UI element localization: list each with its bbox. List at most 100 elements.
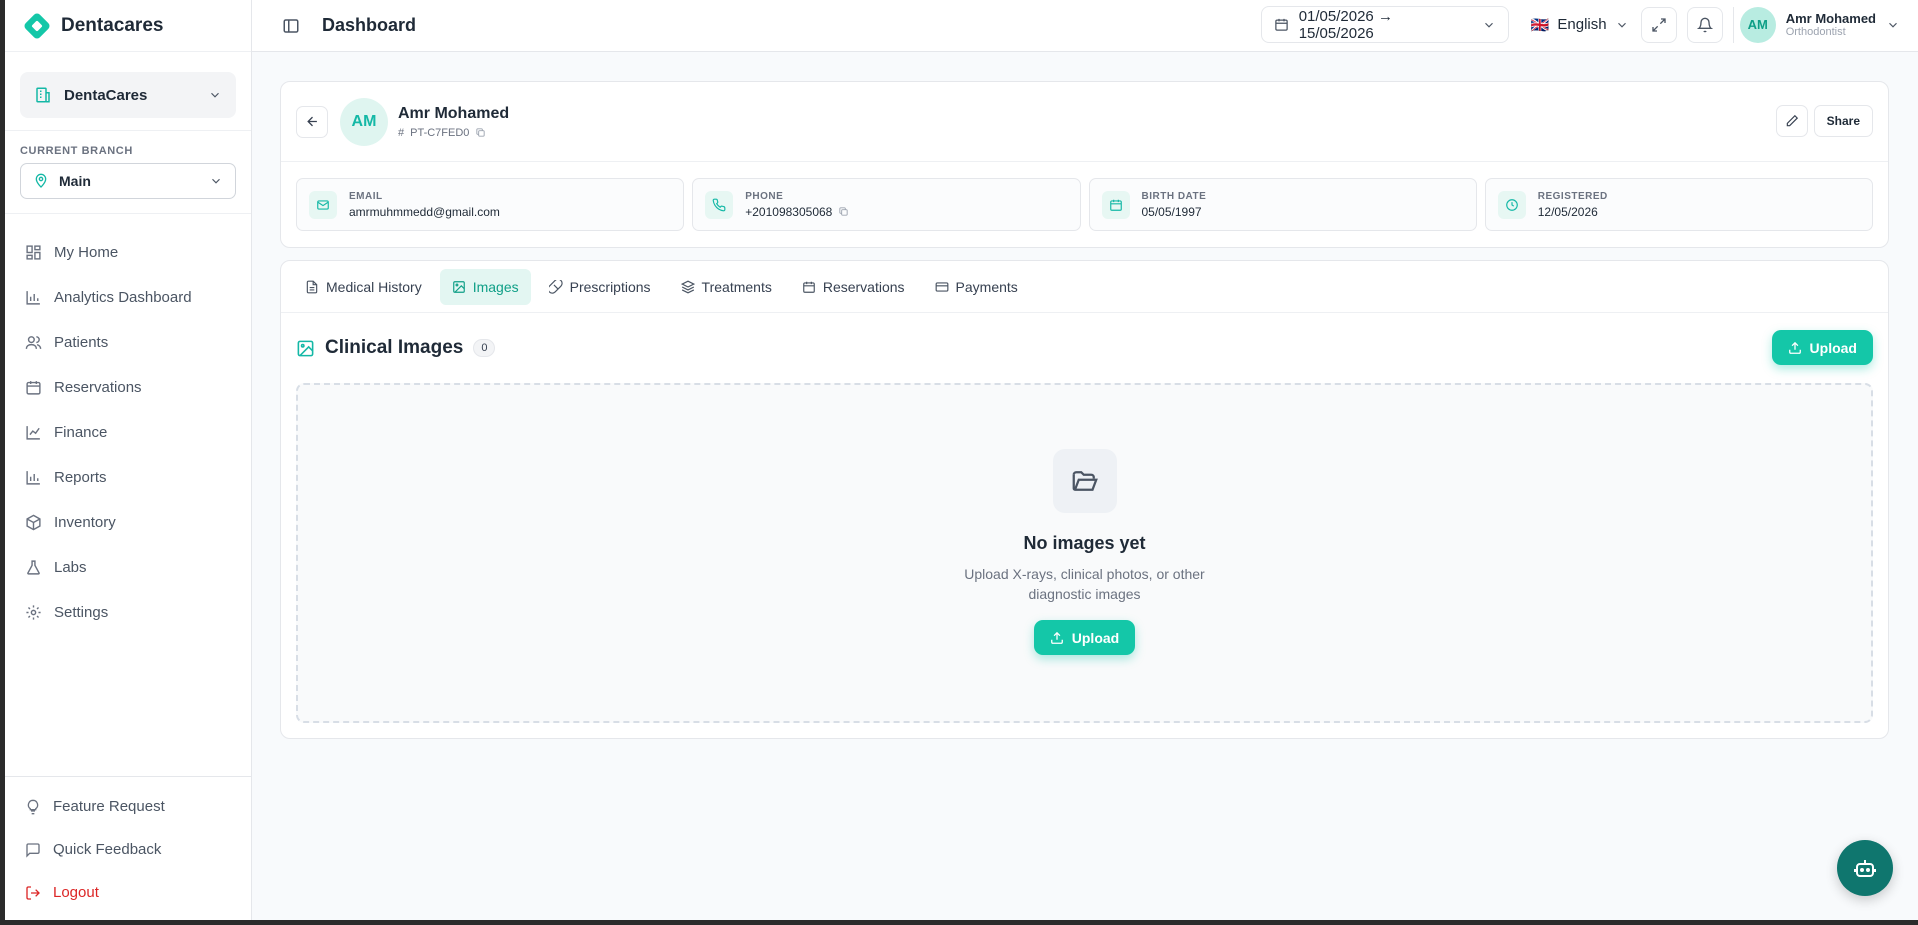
registered-label: REGISTERED: [1537, 190, 1608, 202]
branch-caption: CURRENT BRANCH: [20, 145, 133, 157]
branch-select[interactable]: Main: [20, 163, 236, 199]
tab-label: Images: [472, 278, 519, 295]
registered-value: 12/05/2026: [1537, 204, 1598, 219]
back-button[interactable]: [296, 105, 328, 138]
phone-box: PHONE +201098305068: [692, 178, 1081, 231]
sidebar: Dentacares DentaCares CURRENT BRANCH Mai…: [5, 0, 252, 920]
logout-link[interactable]: Logout: [5, 871, 251, 914]
user-menu[interactable]: AM Amr Mohamed Orthodontist: [1732, 6, 1900, 43]
empty-state-title: No images yet: [1023, 533, 1146, 553]
upload-icon: [1050, 631, 1064, 645]
mail-icon: [309, 190, 337, 219]
chevron-down-icon: [217, 381, 231, 395]
sidebar-item-reservations[interactable]: Reservations: [5, 365, 251, 410]
credit-card-icon: [935, 280, 949, 294]
patient-tabs-card: Medical History Images Prescriptions Tre…: [280, 260, 1889, 739]
folder-open-icon: [1052, 449, 1117, 513]
notifications-button[interactable]: [1686, 6, 1723, 43]
sidebar-item-labs[interactable]: Labs: [5, 545, 251, 590]
arrow-left-icon: [305, 114, 320, 129]
tab-prescriptions[interactable]: Prescriptions: [537, 269, 663, 305]
patient-details: EMAIL amrmuhmmedd@gmail.com PHONE +20109…: [281, 162, 1888, 231]
upload-button-empty[interactable]: Upload: [1033, 620, 1136, 655]
sidebar-item-my-home[interactable]: My Home: [5, 230, 251, 275]
quick-feedback-link[interactable]: Quick Feedback: [5, 828, 251, 871]
language-select[interactable]: 🇬🇧 English: [1519, 6, 1631, 43]
phone-row: +201098305068: [745, 205, 849, 219]
file-text-icon: [305, 280, 319, 294]
tab-treatments[interactable]: Treatments: [669, 269, 784, 305]
image-icon: [296, 339, 315, 358]
patient-actions: Share: [1775, 105, 1873, 137]
patient-name: Amr Mohamed: [398, 104, 510, 122]
fullscreen-button[interactable]: [1640, 6, 1677, 43]
building-icon: [34, 86, 52, 104]
sidebar-toggle-icon[interactable]: [282, 17, 300, 35]
chevron-down-icon: [217, 471, 231, 485]
tab-label: Prescriptions: [569, 278, 651, 295]
patient-code-value: PT-C7FED0: [410, 126, 470, 139]
pill-icon: [548, 279, 563, 294]
sidebar-item-finance[interactable]: Finance: [5, 410, 251, 455]
tab-label: Reservations: [822, 278, 905, 295]
calendar-icon: [1274, 17, 1289, 32]
tab-reservations[interactable]: Reservations: [790, 269, 917, 305]
chevron-down-icon: [217, 606, 231, 620]
birth-date-value: 05/05/1997: [1141, 204, 1202, 219]
share-button[interactable]: Share: [1813, 105, 1873, 137]
tab-images[interactable]: Images: [439, 268, 531, 305]
tab-label: Payments: [955, 278, 1018, 295]
patient-header: AM Amr Mohamed # PT-C7FED0 Share: [281, 82, 1888, 162]
sidebar-nav: My Home Analytics Dashboard Patients Res…: [5, 213, 251, 635]
divider: [5, 130, 251, 131]
edit-button[interactable]: [1775, 105, 1808, 137]
page-title: Dashboard: [322, 15, 417, 35]
feature-request-link[interactable]: Feature Request: [5, 785, 251, 828]
clinical-images-header: Clinical Images 0 Upload: [281, 313, 1888, 383]
layers-icon: [680, 280, 695, 294]
sidebar-item-label: Reports: [54, 469, 107, 486]
chevron-down-icon: [217, 426, 231, 440]
expand-icon: [1651, 17, 1667, 33]
copy-icon[interactable]: [838, 206, 849, 217]
users-icon: [25, 334, 42, 351]
sidebar-item-label: Analytics Dashboard: [54, 289, 192, 306]
feature-request-label: Feature Request: [53, 798, 165, 815]
registered-box: REGISTERED 12/05/2026: [1484, 178, 1873, 231]
upload-button[interactable]: Upload: [1771, 330, 1873, 365]
upload-icon: [1788, 341, 1802, 355]
sidebar-item-inventory[interactable]: Inventory: [5, 500, 251, 545]
tab-payments[interactable]: Payments: [923, 269, 1030, 305]
image-dropzone[interactable]: No images yet Upload X-rays, clinical ph…: [296, 383, 1873, 723]
map-pin-icon: [33, 173, 49, 189]
calendar-icon: [1101, 190, 1130, 219]
topbar-actions: 01/05/2026 → 15/05/2026 🇬🇧 English AM Am…: [1260, 6, 1900, 43]
email-value: amrmuhmmedd@gmail.com: [349, 204, 500, 219]
copy-icon[interactable]: [475, 127, 486, 138]
tab-medical-history[interactable]: Medical History: [293, 269, 434, 305]
sidebar-item-reports[interactable]: Reports: [5, 455, 251, 500]
organization-select[interactable]: DentaCares: [20, 72, 236, 118]
patient-card: AM Amr Mohamed # PT-C7FED0 Share EMAIL a…: [280, 81, 1889, 248]
chevron-down-icon: [217, 561, 231, 575]
birth-date-label: BIRTH DATE: [1141, 190, 1207, 202]
date-range-picker[interactable]: 01/05/2026 → 15/05/2026: [1260, 6, 1509, 43]
brand[interactable]: Dentacares: [5, 0, 251, 52]
chevron-down-icon: [1615, 18, 1629, 32]
sidebar-item-analytics[interactable]: Analytics Dashboard: [5, 275, 251, 320]
section-title: Clinical Images: [325, 337, 464, 358]
bell-icon: [1696, 17, 1713, 33]
date-range-value: 01/05/2026 → 15/05/2026: [1298, 7, 1393, 42]
sidebar-item-settings[interactable]: Settings: [5, 590, 251, 635]
sidebar-item-label: Finance: [54, 424, 108, 441]
user-meta: Amr Mohamed Orthodontist: [1786, 11, 1876, 38]
chevron-down-icon: [209, 174, 223, 188]
app-window: Dentacares DentaCares CURRENT BRANCH Mai…: [5, 0, 1918, 920]
chevron-down-icon: [217, 516, 231, 530]
sidebar-item-label: Labs: [54, 559, 87, 576]
assistant-bot-button[interactable]: [1837, 840, 1893, 896]
sidebar-item-label: Reservations: [54, 379, 142, 396]
user-role: Orthodontist: [1785, 26, 1846, 38]
sidebar-item-patients[interactable]: Patients: [5, 320, 251, 365]
uk-flag-icon: 🇬🇧: [1530, 16, 1550, 34]
